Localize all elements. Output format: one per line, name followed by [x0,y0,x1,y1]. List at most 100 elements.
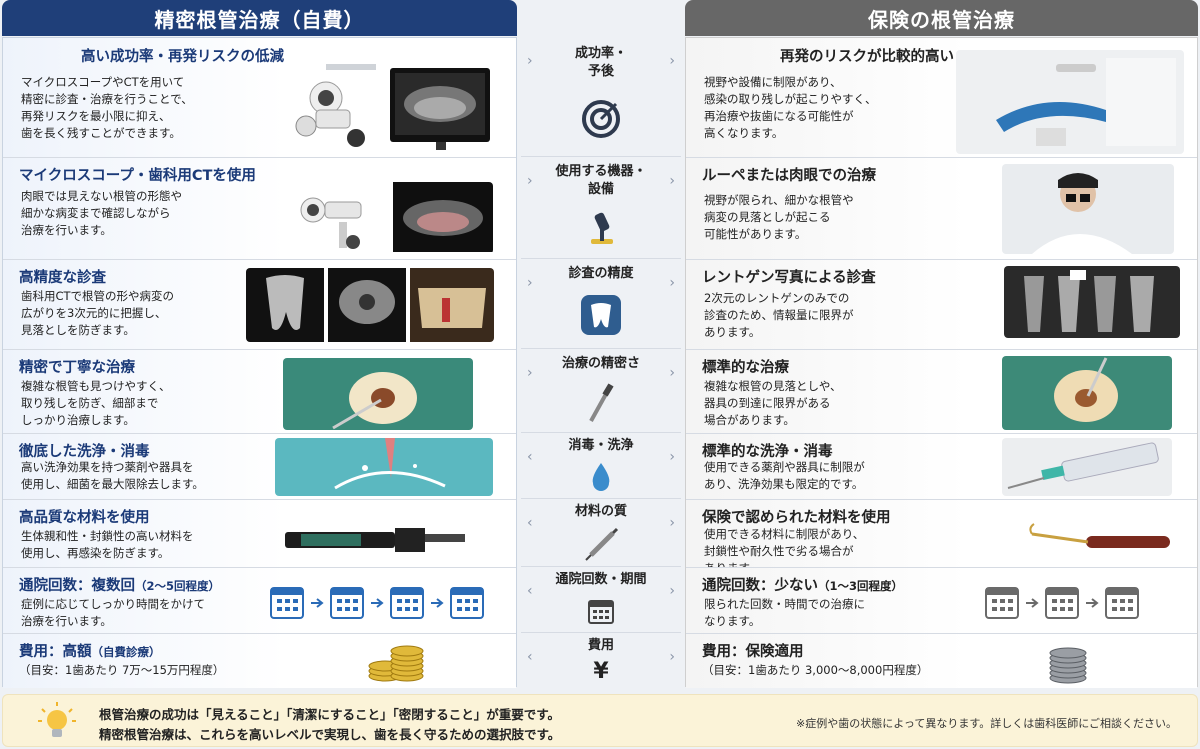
category-label-visits: 通院回数・期間 [555,572,647,587]
category-diagnosis: › › 診査の精度 [521,259,681,349]
category-disinfection: ‹ › 消毒・洗浄 [521,433,681,499]
left-title-diagnosis: 高精度な診査 [19,270,106,286]
calendar-icon [588,600,614,624]
category-label-success: 成功率・ 予後 [574,46,627,79]
right-row-materials: 保険で認められた材料を使用 使用できる材料に制限があり、 封鎖性や耐久性で劣る場… [686,500,1197,568]
dental-instrument-image [1026,514,1176,560]
tooth-treatment-image-standard [1002,356,1172,430]
right-title-visits: 通院回数：少ない（1〜3回程度） [702,574,903,595]
footer-note-box: 根管治療の成功は「見えること」「清潔にすること」「密閉すること」が重要です。 精… [2,694,1198,747]
category-label-precision: 治療の精密さ [561,356,640,371]
right-row-cost: 費用：保険適用 （目安：1歯あたり 3,000〜8,000円程度） [686,634,1197,688]
gold-coins-icon [367,640,427,688]
category-precision: › › 治療の精密さ [521,349,681,433]
dental-file-icon [589,383,614,422]
category-label-equipment: 使用する機器・ 設備 [555,164,647,197]
footer-line-2: 精密根管治療は、これらを高いレベルで実現し、歯を長く守るための選択肢です。 [99,727,561,742]
right-title-equipment: ルーペまたは肉眼での治療 [702,168,876,184]
left-desc-success: マイクロスコープやCTを用いて 精密に診査・治療を行うことで、 再発リスクを最小… [21,75,193,140]
right-title-materials: 保険で認められた材料を使用 [702,510,891,526]
right-row-precision: 標準的な治療 複雑な根管の見落としや、 器具の到達に限界がある 場合があります。 [686,350,1197,434]
left-desc-cost: （目安：1歯あたり 7万〜15万円程度） [19,663,225,677]
left-row-precision: 精密で丁寧な治療 複雑な根管も見つけやすく、 取り残しを防ぎ、細部まで しっかり… [3,350,516,434]
left-visits-range: （2〜5回程度） [135,579,221,593]
left-title-cost: 費用：高額（自費診療） [19,640,161,661]
right-desc-precision: 複雑な根管の見落としや、 器具の到達に限界がある 場合があります。 [704,379,842,427]
category-visits: ‹ › 通院回数・期間 [521,567,681,633]
left-title-visits: 通院回数：複数回（2〜5回程度） [19,574,220,595]
left-cost-note: （自費診療） [91,645,161,659]
visit-calendar-sequence [269,584,499,620]
syringe-icon [585,527,619,561]
left-title-precision: 精密で丁寧な治療 [19,360,135,376]
left-row-diagnosis: 高精度な診査 歯科用CTで根管の形や病変の 広がりを3次元的に把握し、 見落とし… [3,260,516,350]
right-title-diagnosis: レントゲン写真による診査 [702,270,876,286]
left-desc-precision: 複雑な根管も見つけやすく、 取り残しを防ぎ、細部まで しっかり治療します。 [21,379,171,427]
left-title-success: 高い成功率・再発リスクの低減 [81,49,284,65]
syringe-material-image [281,510,471,560]
target-icon [582,100,620,138]
footer-disclaimer: ※症例や歯の状態によって異なります。詳しくは歯科医師にご相談ください。 [795,717,1177,730]
lightbulb-icon [38,702,76,737]
visit-calendar-sequence-short [984,584,1154,620]
silver-coins-icon [1046,640,1090,688]
calendar-icon [270,587,304,619]
insurance-column: 再発のリスクが比較的高い 視野や設備に制限があり、 感染の取り残しが起こりやすく… [685,37,1198,688]
microscope-ct-image [286,50,496,154]
left-desc-diagnosis: 歯科用CTで根管の形や病変の 広がりを3次元的に把握し、 見落としを防ぎます。 [21,289,175,337]
footer-line-1: 根管治療の成功は「見えること」「清潔にすること」「密閉すること」が重要です。 [99,707,561,722]
category-materials: ‹ › 材料の質 [521,499,681,567]
microscope-icon [591,212,613,244]
microscope-ct-image-2 [283,182,493,254]
comparison-categories: › › 成功率・ 予後 › › 使用する機器・ 設備 › › 診査の精度 › ›… [521,37,681,687]
left-title-equipment: マイクロスコープ・歯科用CTを使用 [19,168,256,184]
left-row-equipment: マイクロスコープ・歯科用CTを使用 肉眼では見えない根管の形態や 細かな病変まで… [3,158,516,260]
xray-image [1004,266,1180,338]
left-cost-main: 費用：高額 [19,644,92,660]
category-label-disinfection: 消毒・洗浄 [568,438,634,453]
right-desc-visits: 限られた回数・時間での治療に なります。 [704,597,865,628]
right-desc-success: 視野や設備に制限があり、 感染の取り残しが起こりやすく、 再治療や抜歯になる可能… [704,75,877,140]
right-row-visits: 通院回数：少ない（1〜3回程度） 限られた回数・時間での治療に なります。 [686,568,1197,634]
ct-scan-images [246,268,494,342]
precision-column: 高い成功率・再発リスクの低減 マイクロスコープやCTを用いて 精密に診査・治療を… [2,37,517,688]
yen-icon: ¥ [593,659,609,684]
right-visits-range: （1〜3回程度） [818,579,904,593]
left-desc-disinfection: 高い洗浄効果を持つ薬剤や器具を 使用し、細菌を最大限除去します。 [21,460,204,491]
left-visits-main: 通院回数：複数回 [19,578,135,594]
left-row-materials: 高品質な材料を使用 生体親和性・封鎖性の高い材料を 使用し、再感染を防ぎます。 [3,500,516,568]
right-row-disinfection: 標準的な洗浄・消毒 使用できる薬剤や器具に制限が あり、洗浄効果も限定的です。 [686,434,1197,500]
right-desc-equipment: 視野が限られ、細かな根管や 病変の見落としが起こる 可能性があります。 [704,193,854,241]
tooth-scan-icon [581,295,621,335]
left-desc-materials: 生体親和性・封鎖性の高い材料を 使用し、再感染を防ぎます。 [21,529,194,560]
right-title-cost: 費用：保険適用 [702,644,804,660]
category-label-cost: 費用 [587,638,614,653]
water-drop-icon [592,463,610,491]
left-desc-equipment: 肉眼では見えない根管の形態や 細かな病変まで確認しながら 治療を行います。 [21,189,182,237]
header-insurance-root-canal: 保険の根管治療 [685,0,1198,36]
right-title-success: 再発のリスクが比較的高い [780,49,954,65]
right-desc-materials: 使用できる材料に制限があり、 封鎖性や耐久性で劣る場合が あります。 [704,527,865,568]
left-row-success: 高い成功率・再発リスクの低減 マイクロスコープやCTを用いて 精密に診査・治療を… [3,38,516,158]
right-desc-cost: （目安：1歯あたり 3,000〜8,000円程度） [702,663,929,677]
category-success: › › 成功率・ 予後 [521,37,681,157]
right-title-precision: 標準的な治療 [702,360,789,376]
left-title-materials: 高品質な材料を使用 [19,510,150,526]
left-row-cost: 費用：高額（自費診療） （目安：1歯あたり 7万〜15万円程度） [3,634,516,688]
category-equipment: › › 使用する機器・ 設備 [521,157,681,259]
right-visits-main: 通院回数：少ない [702,578,818,594]
right-row-success: 再発のリスクが比較的高い 視野や設備に制限があり、 感染の取り残しが起こりやすく… [686,38,1197,158]
irrigation-image [275,438,493,496]
left-row-disinfection: 徹底した洗浄・消毒 高い洗浄効果を持つ薬剤や器具を 使用し、細菌を最大限除去しま… [3,434,516,500]
right-title-disinfection: 標準的な洗浄・消毒 [702,444,833,460]
left-title-disinfection: 徹底した洗浄・消毒 [19,444,150,460]
right-row-equipment: ルーペまたは肉眼での治療 視野が限られ、細かな根管や 病変の見落としが起こる 可… [686,158,1197,260]
category-label-diagnosis: 診査の精度 [568,266,634,281]
dentist-loupe-image [1002,164,1174,254]
syringe-image [1002,438,1172,496]
header-precision-root-canal: 精密根管治療（自費） [2,0,517,36]
right-desc-diagnosis: 2次元のレントゲンのみでの 診査のため、情報量に限界が あります。 [704,291,854,339]
dental-chair-image [956,50,1184,154]
tooth-treatment-image [283,358,473,430]
left-row-visits: 通院回数：複数回（2〜5回程度） 症例に応じてしっかり時間をかけて 治療を行いま… [3,568,516,634]
